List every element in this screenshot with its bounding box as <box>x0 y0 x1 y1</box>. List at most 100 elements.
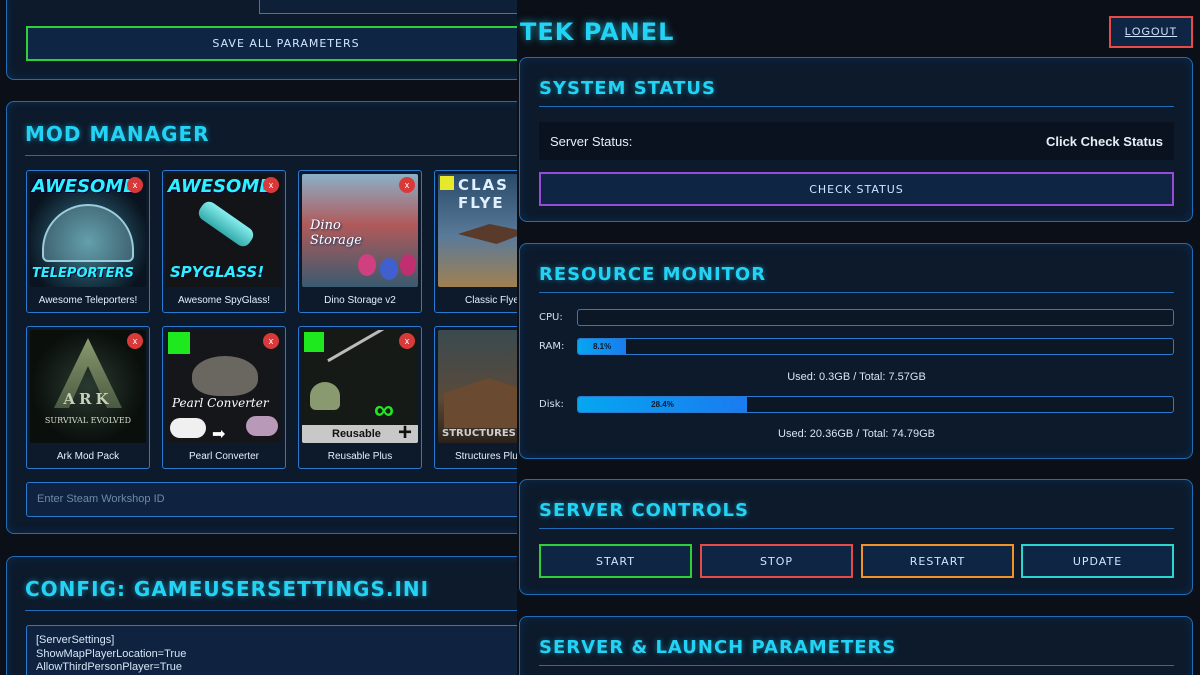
remove-mod-button[interactable]: x <box>127 333 143 349</box>
mod-art-text: Pearl Converter <box>172 396 269 410</box>
remove-mod-button[interactable]: x <box>399 177 415 193</box>
logout-button[interactable]: LOGOUT <box>1109 16 1193 48</box>
mod-art-text: TELEPORTERS <box>32 266 135 281</box>
check-status-button[interactable]: CHECK STATUS <box>539 172 1174 206</box>
parameter-input[interactable] <box>259 0 520 14</box>
restart-button[interactable]: RESTART <box>861 544 1014 578</box>
mod-name: Reusable Plus <box>327 451 393 462</box>
disk-bar-fill: 28.4% <box>578 397 747 412</box>
cpu-label: CPU: <box>539 312 563 323</box>
mod-thumbnail: ∞ Reusable + <box>302 330 418 443</box>
puzzle-icon <box>304 332 324 352</box>
resource-monitor-panel: RESOURCE MONITOR CPU: RAM: 8.1% Used: 0.… <box>519 243 1193 459</box>
ram-label: RAM: <box>539 341 565 352</box>
divider <box>539 106 1174 107</box>
config-title: CONFIG: GAMEUSERSETTINGS.INI <box>25 577 430 601</box>
config-line: [ServerSettings] <box>36 634 115 646</box>
mod-name: Pearl Converter <box>188 451 260 462</box>
cpu-bar <box>577 309 1174 326</box>
remove-mod-button[interactable]: x <box>399 333 415 349</box>
parachute-graphic <box>310 382 340 410</box>
status-value: Click Check Status <box>1045 134 1163 149</box>
mod-art-text: STRUCTURES <box>442 428 516 439</box>
divider <box>539 665 1174 666</box>
server-controls-panel: SERVER CONTROLS START STOP RESTART UPDAT… <box>519 479 1193 595</box>
egg-graphic <box>400 254 416 276</box>
start-button[interactable]: START <box>539 544 692 578</box>
mod-card[interactable]: ARK SURVIVAL EVOLVED x Ark Mod Pack <box>26 326 150 469</box>
mod-manager-panel: MOD MANAGER AWESOME TELEPORTERS x Awesom… <box>6 101 520 534</box>
mod-art-text: AWESOME <box>168 176 272 197</box>
mod-name: Classic Flye <box>465 295 519 306</box>
mod-card[interactable]: AWESOME SPYGLASS! x Awesome SpyGlass! <box>162 170 286 313</box>
mod-card[interactable]: CLAS FLYE Classic Flye <box>434 170 520 313</box>
mod-card[interactable]: STRUCTURES Structures Plus <box>434 326 520 469</box>
divider <box>539 292 1174 293</box>
stop-button[interactable]: STOP <box>700 544 853 578</box>
parameters-panel: SAVE ALL PARAMETERS <box>6 0 520 80</box>
status-label: Server Status: <box>550 134 633 149</box>
config-editor[interactable]: [ServerSettings] ShowMapPlayerLocation=T… <box>26 625 520 675</box>
mod-thumbnail: AWESOME TELEPORTERS <box>30 174 146 287</box>
egg-graphic <box>380 258 398 280</box>
config-line: ShowMapPlayerLocation=True <box>36 647 187 660</box>
mod-card[interactable]: Pearl Converter ➡ x Pearl Converter <box>162 326 286 469</box>
status-row: Server Status: Click Check Status <box>539 122 1174 160</box>
mod-name: Ark Mod Pack <box>56 451 120 462</box>
mod-card[interactable]: ∞ Reusable + x Reusable Plus <box>298 326 422 469</box>
remove-mod-button[interactable]: x <box>263 177 279 193</box>
launch-parameters-title: SERVER & LAUNCH PARAMETERS <box>539 637 897 658</box>
egg-graphic <box>358 254 376 276</box>
mod-art-text: ARK <box>63 390 113 408</box>
mod-thumbnail: STRUCTURES <box>438 330 520 443</box>
ram-usage: Used: 0.3GB / Total: 7.57GB <box>787 371 926 383</box>
mod-card[interactable]: Dino Storage x Dino Storage v2 <box>298 170 422 313</box>
server-controls-title: SERVER CONTROLS <box>539 500 749 521</box>
mod-art-text: SPYGLASS! <box>170 263 265 281</box>
system-status-panel: SYSTEM STATUS Server Status: Click Check… <box>519 57 1193 222</box>
remove-mod-button[interactable]: x <box>127 177 143 193</box>
disk-usage: Used: 20.36GB / Total: 74.79GB <box>778 428 935 440</box>
mod-art-text: SURVIVAL EVOLVED <box>44 416 132 425</box>
mod-name: Awesome Teleporters! <box>38 295 138 306</box>
remove-mod-button[interactable]: x <box>263 333 279 349</box>
update-button[interactable]: UPDATE <box>1021 544 1174 578</box>
ram-bar-fill: 8.1% <box>578 339 627 354</box>
launch-parameters-panel: SERVER & LAUNCH PARAMETERS <box>519 616 1193 675</box>
left-column: SAVE ALL PARAMETERS MOD MANAGER AWESOME … <box>0 0 520 675</box>
mod-thumbnail: Dino Storage <box>302 174 418 287</box>
disk-label: Disk: <box>539 399 564 410</box>
ram-bar: 8.1% <box>577 338 1174 355</box>
mod-thumbnail: Pearl Converter ➡ <box>166 330 282 443</box>
divider <box>25 610 520 611</box>
mod-name: Structures Plus <box>455 451 520 462</box>
mod-name: Dino Storage v2 <box>324 295 396 306</box>
puzzle-icon <box>440 176 454 190</box>
pearls-graphic <box>246 416 278 436</box>
mod-name: Awesome SpyGlass! <box>177 295 271 306</box>
config-line: AllowThirdPersonPlayer=True <box>36 661 183 673</box>
stone-bowl-graphic <box>192 356 258 396</box>
plus-icon: + <box>397 419 412 443</box>
arrow-right-icon: ➡ <box>212 426 226 443</box>
mod-art-text: Dino Storage <box>310 218 362 248</box>
dome-graphic <box>42 204 134 262</box>
mod-thumbnail: AWESOME SPYGLASS! <box>166 174 282 287</box>
mod-art-text: AWESOME <box>32 176 136 197</box>
cabin-graphic <box>444 378 520 428</box>
mod-manager-title: MOD MANAGER <box>25 122 210 146</box>
system-status-title: SYSTEM STATUS <box>539 78 716 99</box>
app-title: TEK PANEL <box>520 18 675 46</box>
divider <box>25 155 520 156</box>
mod-thumbnail: ARK SURVIVAL EVOLVED <box>30 330 146 443</box>
mod-card[interactable]: AWESOME TELEPORTERS x Awesome Teleporter… <box>26 170 150 313</box>
save-all-parameters-button[interactable]: SAVE ALL PARAMETERS <box>26 26 520 61</box>
infinity-icon: ∞ <box>374 394 394 425</box>
config-panel: CONFIG: GAMEUSERSETTINGS.INI [ServerSett… <box>6 556 520 675</box>
disk-bar: 28.4% <box>577 396 1174 413</box>
pearls-graphic <box>170 418 206 438</box>
bird-graphic <box>458 224 520 244</box>
resource-monitor-title: RESOURCE MONITOR <box>539 264 767 285</box>
workshop-id-input[interactable]: Enter Steam Workshop ID <box>26 482 520 517</box>
divider <box>539 528 1174 529</box>
